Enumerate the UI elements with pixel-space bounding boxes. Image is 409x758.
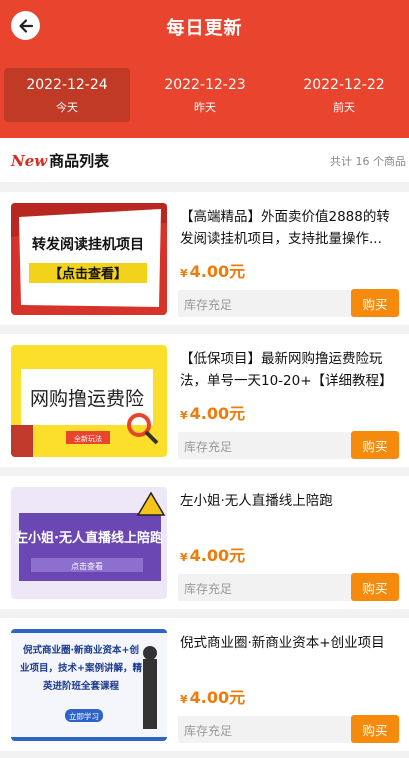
stock-bar: 库存充足 购买 [178,715,400,743]
product-card[interactable]: 左小姐·无人直播线上陪跑 点击查看 左小姐·无人直播线上陪跑 ¥4.00元 库存… [0,476,409,609]
stock-bar: 库存充足 购买 [178,431,400,459]
stock-status: 库存充足 [184,724,233,738]
product-count: 共计 16 个商品 [330,155,406,168]
buy-button[interactable]: 购买 [351,573,399,601]
thumbnail-text: 全新玩法 [74,434,102,443]
tab-date: 2022-12-23 [164,77,246,93]
tab-today[interactable]: 2022-12-24 今天 [4,68,130,122]
stock-status: 库存充足 [184,582,233,596]
thumbnail-text: 【点击查看】 [49,266,127,282]
price-value: 4.00元 [189,546,246,565]
tab-label: 今天 [56,101,78,114]
product-price: ¥4.00元 [180,684,245,708]
tab-label: 昨天 [194,101,216,114]
product-title[interactable]: 左小姐·无人直播线上陪跑 [180,490,395,512]
buy-button[interactable]: 购买 [351,431,399,459]
thumbnail-text: 立即学习 [69,711,99,721]
product-thumbnail[interactable]: 转发阅读挂机项目 【点击查看】 [11,203,167,315]
product-title[interactable]: 【高端精品】外面卖价值2888的转发阅读挂机项目，支持批量操作... [180,206,395,250]
page-title: 每日更新 [166,18,243,39]
stock-status: 库存充足 [184,298,233,312]
price-value: 4.00元 [189,404,246,423]
price-value: 4.00元 [189,262,246,281]
stock-bar: 库存充足 购买 [178,289,400,317]
tab-yesterday[interactable]: 2022-12-23 昨天 [142,68,268,122]
thumbnail-text: 网购撸运费险 [30,388,144,410]
product-title[interactable]: 倪式商业圈·新商业资本+创业项目 [180,632,395,654]
tab-date: 2022-12-22 [303,77,385,93]
header-bar: 每日更新 2022-12-24 今天 2022-12-23 昨天 2022-12… [0,0,409,138]
thumbnail-text: 业项目，技术+案例讲解，精 [20,662,142,674]
product-price: ¥4.00元 [180,542,245,566]
product-title[interactable]: 【低保项目】最新网购撸运费险玩法，单号一天10-20+【详细教程】 [180,348,395,392]
list-title: New 商品列表 [11,150,109,171]
thumbnail-text: 转发阅读挂机项目 [32,236,144,253]
product-thumbnail[interactable]: 网购撸运费险 全新玩法 [11,345,167,457]
currency-symbol: ¥ [180,409,188,422]
thumbnail-text: 左小姐·无人直播线上陪跑 [15,530,163,546]
product-card[interactable]: 倪式商业圈·新商业资本+创 业项目，技术+案例讲解，精 英进阶班全套课程 立即学… [0,618,409,751]
tab-day-before[interactable]: 2022-12-22 前天 [281,68,407,122]
currency-symbol: ¥ [180,267,188,280]
new-tag: New [11,152,48,170]
product-thumbnail[interactable]: 左小姐·无人直播线上陪跑 点击查看 [11,487,167,599]
tab-date: 2022-12-24 [26,77,108,93]
product-thumbnail[interactable]: 倪式商业圈·新商业资本+创 业项目，技术+案例讲解，精 英进阶班全套课程 立即学… [11,629,167,741]
product-price: ¥4.00元 [180,258,245,282]
product-card[interactable]: 网购撸运费险 全新玩法 【低保项目】最新网购撸运费险玩法，单号一天10-20+【… [0,334,409,467]
thumbnail-text: 倪式商业圈·新商业资本+创 [23,644,139,656]
list-header: New 商品列表 共计 16 个商品 [0,138,409,182]
product-card[interactable]: 转发阅读挂机项目 【点击查看】 【高端精品】外面卖价值2888的转发阅读挂机项目… [0,192,409,325]
thumbnail-text: 点击查看 [71,561,103,571]
buy-button[interactable]: 购买 [351,289,399,317]
list-title-text: 商品列表 [49,152,110,170]
tab-label: 前天 [333,101,355,114]
price-value: 4.00元 [189,688,246,707]
thumbnail-text: 英进阶班全套课程 [43,680,120,692]
currency-symbol: ¥ [180,693,188,706]
product-price: ¥4.00元 [180,400,245,424]
buy-button[interactable]: 购买 [351,715,399,743]
currency-symbol: ¥ [180,551,188,564]
stock-status: 库存充足 [184,440,233,454]
stock-bar: 库存充足 购买 [178,573,400,601]
